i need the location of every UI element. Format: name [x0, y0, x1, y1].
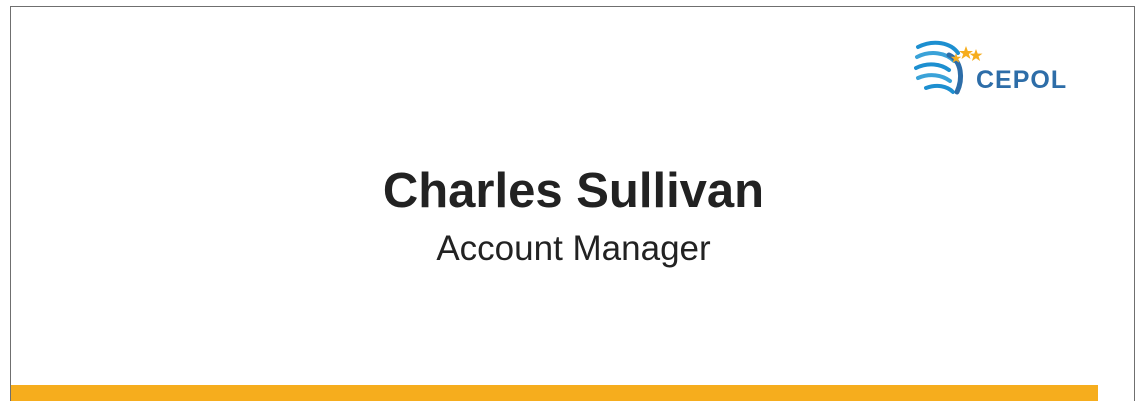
- person-title: Account Manager: [436, 229, 711, 268]
- cepol-logo: CEPOL: [914, 39, 1104, 99]
- name-badge-card: CEPOL Charles Sullivan Account Manager: [10, 6, 1135, 401]
- logo-text: CEPOL: [976, 66, 1068, 94]
- person-name: Charles Sullivan: [382, 164, 765, 218]
- accent-bar: [11, 385, 1098, 401]
